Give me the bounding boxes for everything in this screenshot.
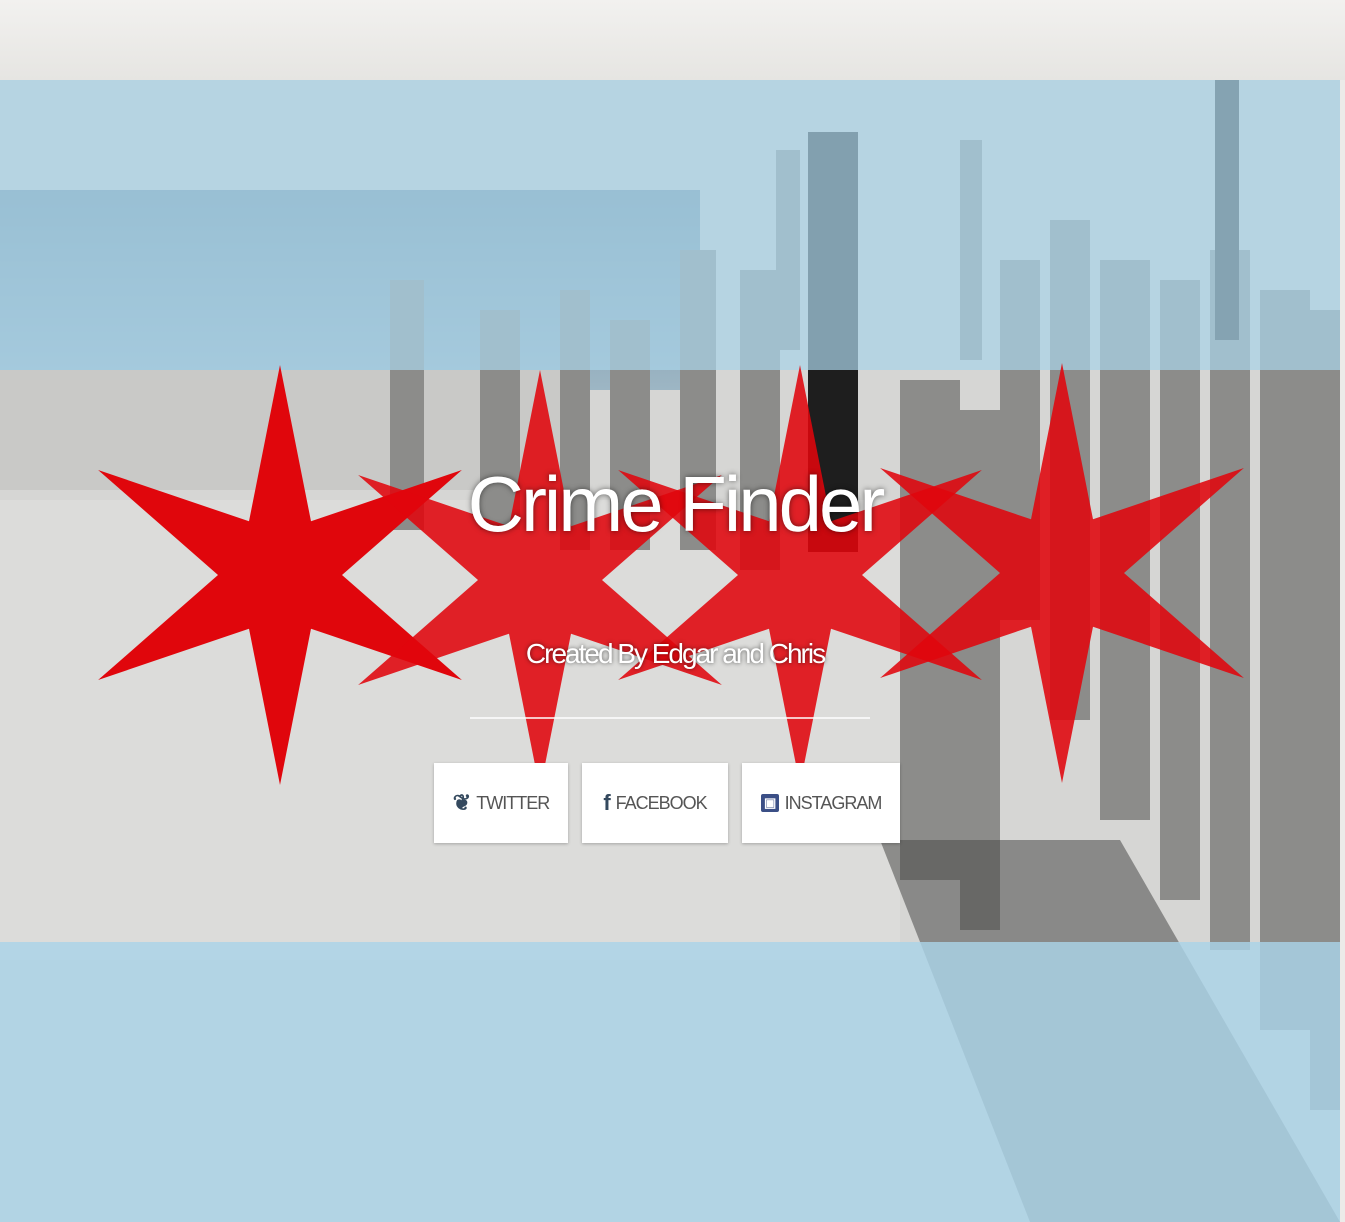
instagram-icon: ▣ bbox=[760, 794, 779, 812]
top-band bbox=[0, 0, 1345, 80]
twitter-label: TWITTER bbox=[476, 792, 550, 813]
hero-banner: Crime Finder Created By Edgar and Chris … bbox=[0, 80, 1340, 1222]
instagram-button[interactable]: ▣ INSTAGRAM bbox=[742, 763, 900, 843]
instagram-label: INSTAGRAM bbox=[784, 792, 883, 813]
facebook-label: FACEBOOK bbox=[615, 792, 708, 813]
page-subtitle: Created By Edgar and Chris bbox=[525, 638, 826, 669]
hero-content: Crime Finder Created By Edgar and Chris … bbox=[0, 80, 1340, 1222]
twitter-icon: ❦ bbox=[452, 790, 471, 815]
facebook-icon: f bbox=[603, 790, 610, 815]
twitter-button[interactable]: ❦ TWITTER bbox=[434, 763, 568, 843]
facebook-button[interactable]: f FACEBOOK bbox=[582, 763, 728, 843]
title-divider bbox=[470, 717, 870, 719]
page-title: Crime Finder bbox=[467, 460, 886, 548]
